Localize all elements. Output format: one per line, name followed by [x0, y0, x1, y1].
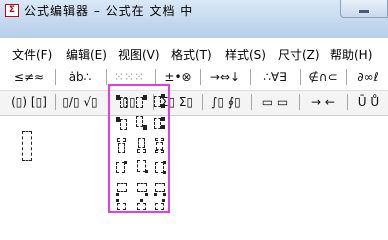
divider	[346, 69, 347, 85]
empty-formula-slot[interactable]	[22, 131, 32, 161]
product-templates-button[interactable]: Ū Ů	[349, 91, 388, 113]
bar-templates-button[interactable]: ▭ ▭	[253, 91, 297, 113]
labeled-arrow-templates-button[interactable]: → ←	[301, 91, 345, 113]
divider	[299, 94, 300, 110]
divider	[200, 69, 201, 85]
divider	[55, 69, 56, 85]
logic-palette-button[interactable]: ∴∀∃	[253, 66, 297, 88]
divider	[251, 94, 252, 110]
symbol-palette: ≤≠≈ ȧb∴ ⁙⁙⁙ ±•⊗ →⇔↓ ∴∀∃ ∉∩⊂ ∂∞ℓ	[0, 66, 388, 88]
stacked-left-template[interactable]	[116, 199, 128, 214]
fence-templates-button[interactable]: (▯) [▯]	[8, 91, 50, 113]
sub-sup-right-template[interactable]	[154, 116, 166, 131]
divider	[300, 69, 301, 85]
superscript-left-template[interactable]	[116, 94, 128, 109]
subscript-template[interactable]	[136, 116, 148, 131]
menu-file[interactable]: 文件(F)	[12, 46, 52, 63]
menu-bar: 文件(F) 编辑(E) 视图(V) 格式(T) 样式(S) 尺寸(Z) 帮助(H…	[0, 44, 388, 64]
integral-templates-button[interactable]: ∫▯ ∮▯	[204, 91, 248, 113]
divider	[347, 94, 348, 110]
subscript-superscript-template[interactable]	[154, 94, 166, 109]
divider	[155, 69, 156, 85]
spaces-palette-button[interactable]: ȧb∴	[58, 66, 102, 88]
menu-view[interactable]: 视图(V)	[118, 46, 160, 63]
arrows-palette-button[interactable]: →⇔↓	[203, 66, 247, 88]
divider	[250, 69, 251, 85]
divider	[106, 69, 107, 85]
sets-palette-button[interactable]: ∉∩⊂	[302, 66, 344, 88]
corner-template[interactable]	[154, 182, 166, 197]
minimize-button[interactable]	[340, 0, 388, 18]
formula-editor-icon: Σ	[5, 4, 19, 17]
right-sub-dot-template[interactable]	[136, 182, 148, 197]
template-palette: (▯) [▯] ▯/▯ √▯ ▯▯ Σ▯ Σ▯ ∫▯ ∮▯ ▭ ▭ → ← Ū …	[0, 90, 388, 116]
left-sub-sup-template[interactable]	[116, 182, 128, 197]
superscript-full-template[interactable]	[116, 138, 128, 153]
title-bar: Σ 公式编辑器 – 公式在 文档 中	[0, 0, 388, 38]
menu-help[interactable]: 帮助(H)	[330, 46, 372, 63]
superscript-template[interactable]	[136, 94, 148, 109]
menu-format[interactable]: 格式(T)	[171, 46, 212, 63]
stacked-center-template[interactable]	[136, 199, 148, 214]
menu-style[interactable]: 样式(S)	[225, 46, 266, 63]
over-under-template[interactable]	[154, 138, 166, 153]
subscript-superscript-templates-dropdown	[108, 84, 170, 213]
boxed-superscript-template[interactable]	[116, 160, 128, 175]
divider	[202, 94, 203, 110]
fraction-radical-templates-button[interactable]: ▯/▯ √▯	[60, 91, 100, 113]
stacked-right-template[interactable]	[154, 199, 166, 214]
window-title: 公式编辑器 – 公式在 文档 中	[24, 4, 194, 18]
subscript-full-template[interactable]	[136, 138, 148, 153]
relations-palette-button[interactable]: ≤≠≈	[8, 66, 50, 88]
menu-edit[interactable]: 编辑(E)	[66, 46, 107, 63]
subscript-left-template[interactable]	[116, 116, 128, 131]
boxed-subscript-template[interactable]	[136, 160, 148, 175]
menu-size[interactable]: 尺寸(Z)	[278, 46, 320, 63]
boxed-sub-sup-template[interactable]	[154, 160, 166, 175]
divider	[55, 94, 56, 110]
misc-palette-button[interactable]: ∂∞ℓ	[348, 66, 388, 88]
